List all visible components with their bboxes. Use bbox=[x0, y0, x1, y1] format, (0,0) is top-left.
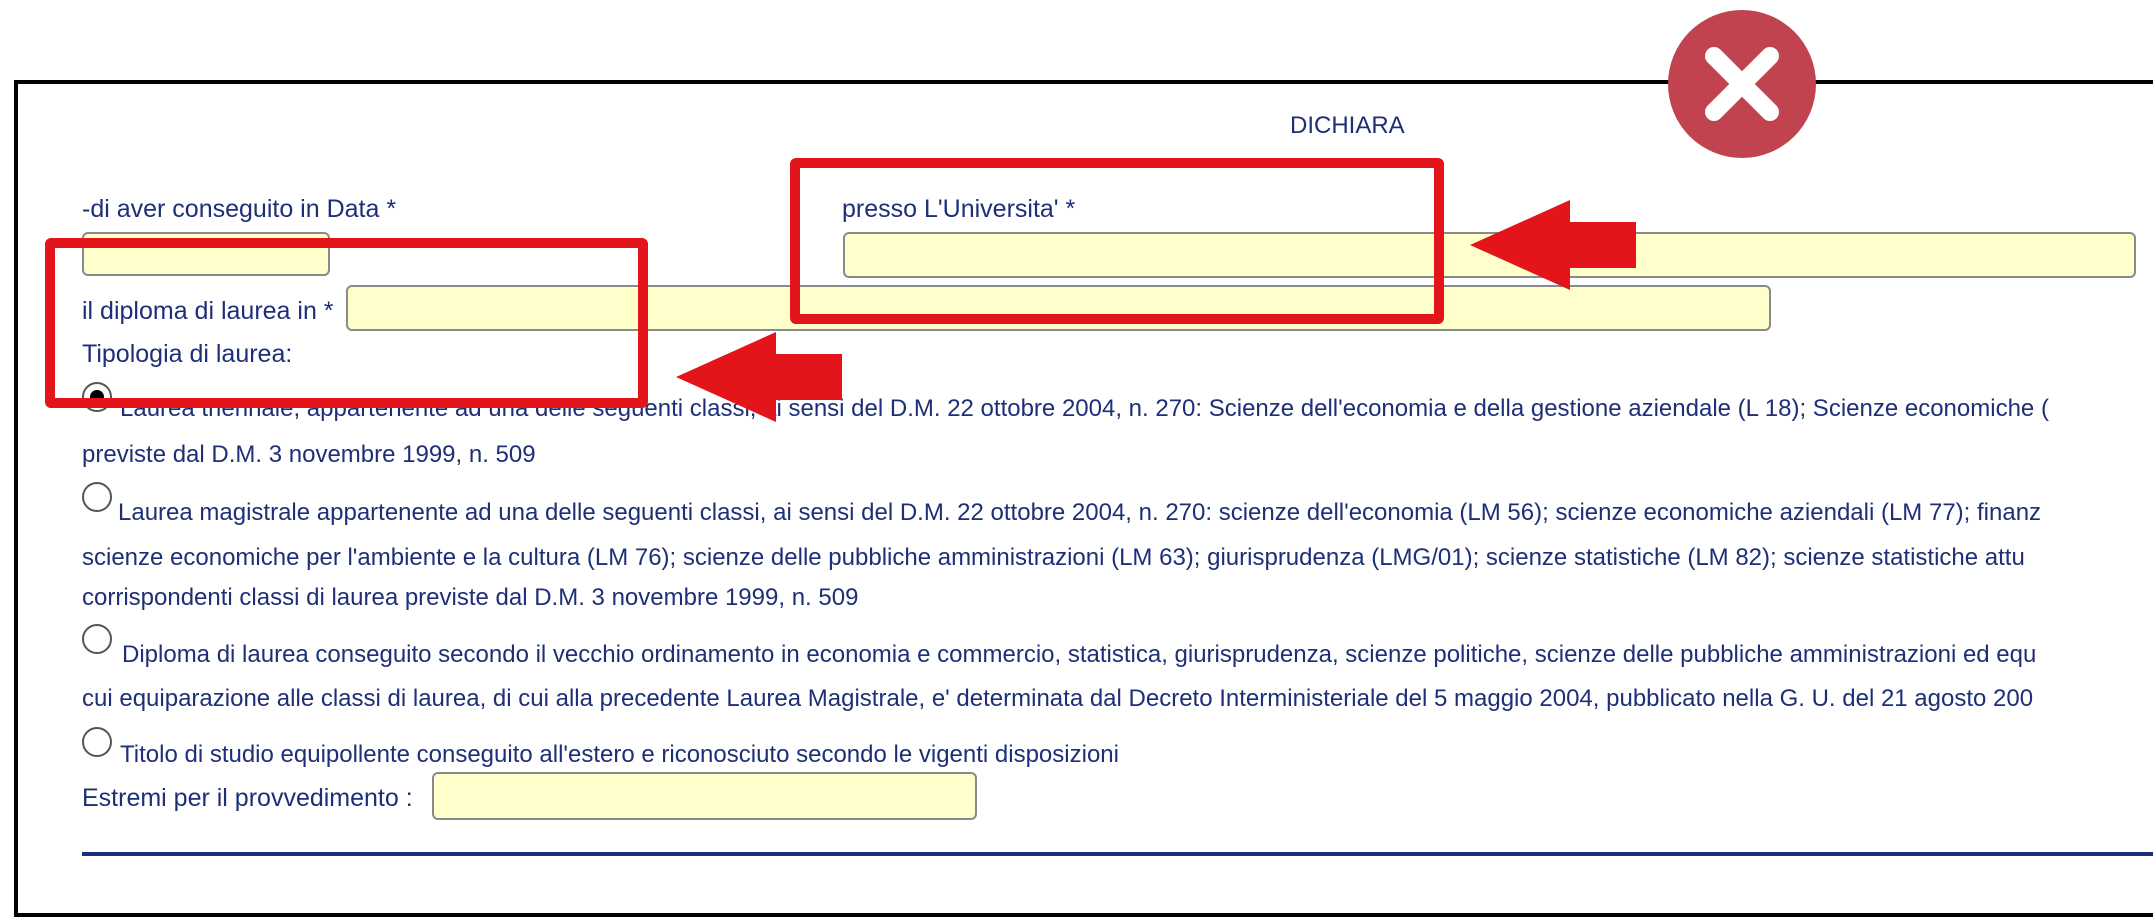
radio-laurea-magistrale[interactable] bbox=[82, 482, 112, 512]
close-x-icon bbox=[1668, 10, 1816, 158]
option-3-line-2: cui equiparazione alle classi di laurea,… bbox=[82, 685, 2034, 712]
option-4-line-1: Titolo di studio equipollente conseguito… bbox=[120, 741, 1119, 768]
date-label: -di aver conseguito in Data * bbox=[82, 195, 397, 223]
option-3-line-1: Diploma di laurea conseguito secondo il … bbox=[122, 641, 2037, 668]
provvedimento-label: Estremi per il provvedimento : bbox=[82, 784, 413, 812]
highlight-box-date bbox=[45, 238, 648, 408]
arrow-left-icon bbox=[1470, 200, 1636, 290]
arrow-left-icon bbox=[676, 332, 842, 422]
option-2-line-3: corrispondenti classi di laurea previste… bbox=[82, 584, 859, 611]
section-divider bbox=[82, 852, 2153, 856]
radio-titolo-estero[interactable] bbox=[82, 727, 112, 757]
heading-dichiara: DICHIARA bbox=[1290, 112, 1405, 139]
option-1-block: Laurea magistrale appartenente ad una de… bbox=[118, 490, 2041, 535]
provvedimento-input[interactable] bbox=[432, 772, 977, 820]
option-2-line-1: Laurea magistrale appartenente ad una de… bbox=[118, 499, 2042, 526]
option-3-block: Diploma di laurea conseguito secondo il … bbox=[122, 632, 2036, 677]
highlight-box-university bbox=[790, 158, 1444, 324]
close-x-glyph bbox=[1705, 47, 1779, 121]
radio-vecchio-ordinamento[interactable] bbox=[82, 624, 112, 654]
option-1-line-2: previste dal D.M. 3 novembre 1999, n. 50… bbox=[82, 441, 536, 468]
option-2-line-2: scienze economiche per l'ambiente e la c… bbox=[82, 544, 2025, 571]
